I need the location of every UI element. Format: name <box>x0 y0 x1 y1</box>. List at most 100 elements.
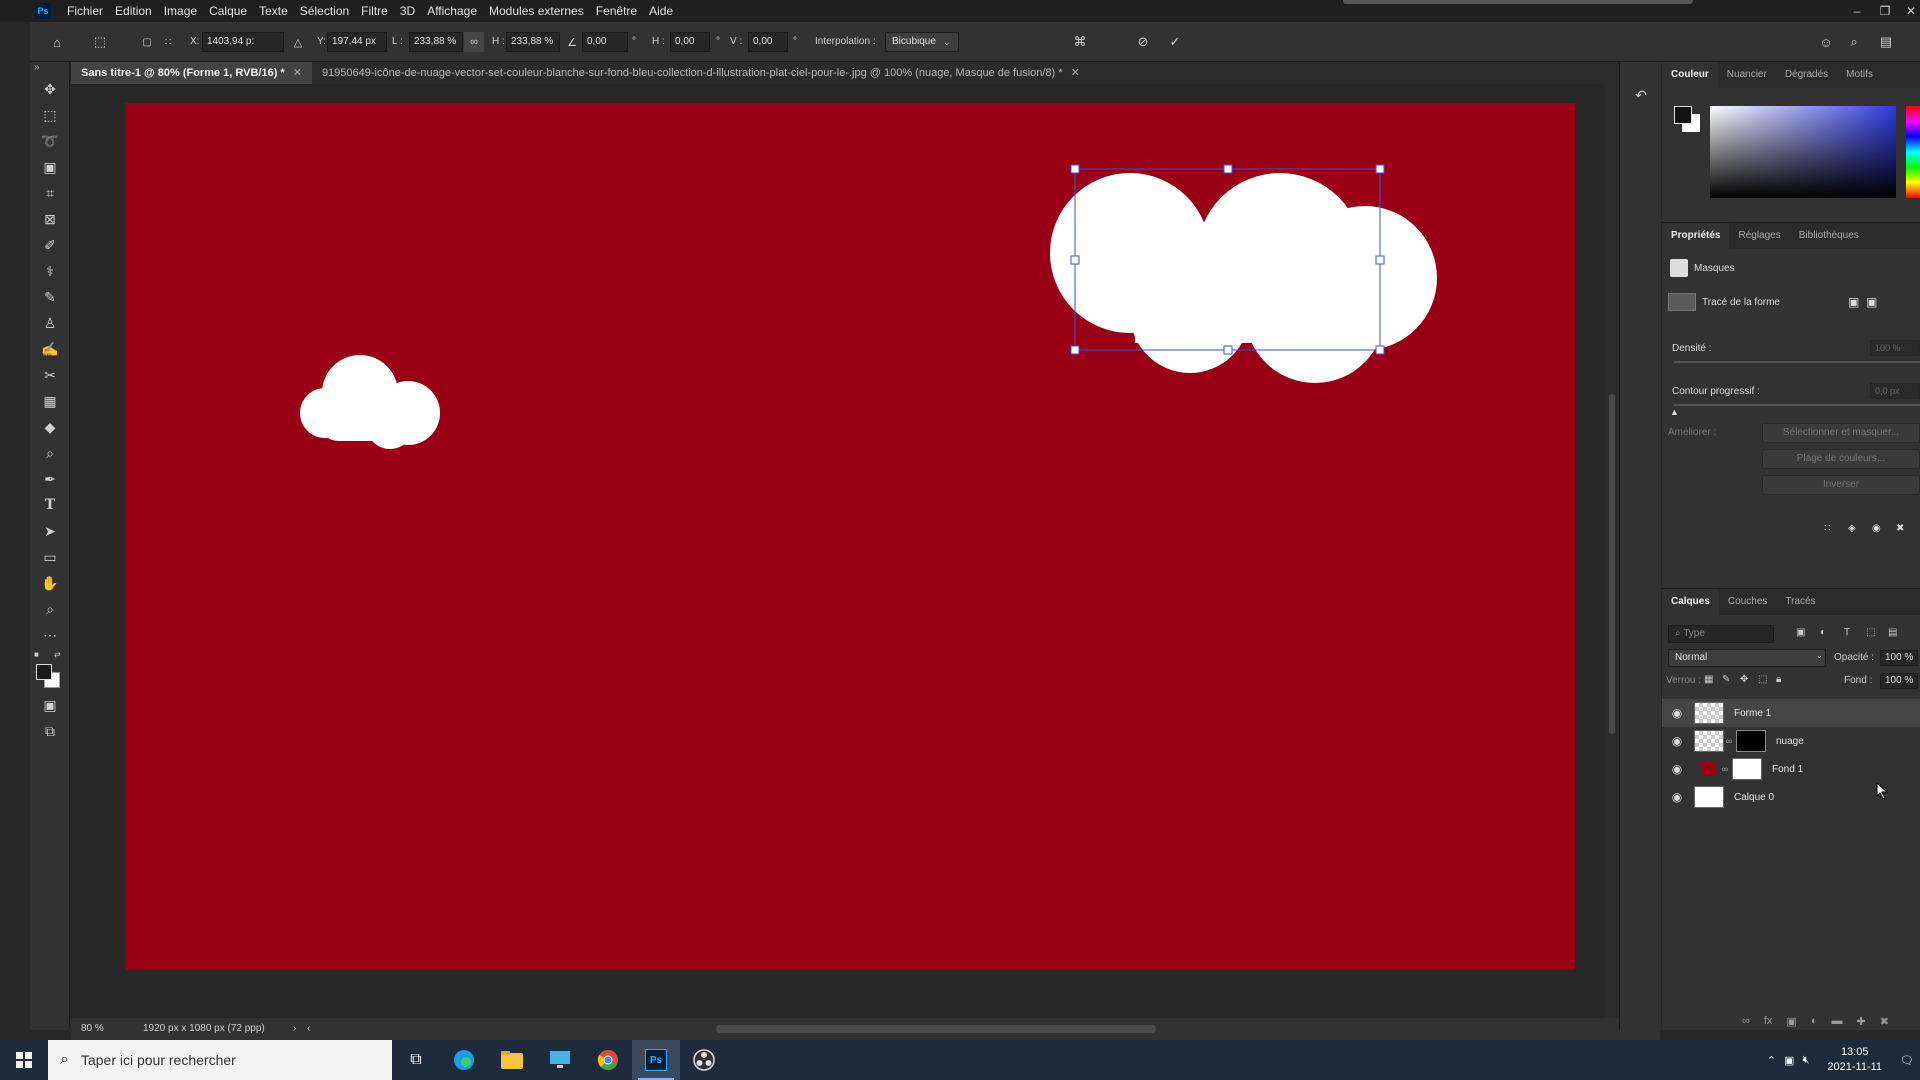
y-field[interactable]: 197,44 px <box>327 32 387 52</box>
chevron-up-icon[interactable]: ⌃ <box>1767 1054 1776 1067</box>
document-canvas[interactable] <box>125 103 1575 970</box>
delete-mask-icon[interactable]: ✖ <box>1896 523 1904 534</box>
width-field[interactable]: 233,88 % <box>409 32 463 52</box>
marquee-tool-icon[interactable]: ⬚ <box>30 102 70 128</box>
chrome-icon[interactable] <box>584 1040 632 1080</box>
close-icon[interactable]: ✕ <box>1071 62 1080 84</box>
horizontal-scrollbar-thumb[interactable] <box>716 1025 1156 1033</box>
opacity-field[interactable]: 100 % <box>1880 650 1918 666</box>
layer-row-forme-1[interactable]: ◉ Forme 1 <box>1662 699 1920 727</box>
chevron-left-icon[interactable]: ‹ <box>307 1023 310 1034</box>
default-colors-icon[interactable]: ■ <box>34 650 39 659</box>
object-selection-tool-icon[interactable]: ▣ <box>30 154 70 180</box>
gradient-tool-icon[interactable]: ▦ <box>30 388 70 414</box>
workspace-icon[interactable]: ▤ <box>1876 32 1896 52</box>
zoom-tool-icon[interactable]: ⌕ <box>30 596 70 622</box>
file-explorer-icon[interactable] <box>488 1040 536 1080</box>
minimize-icon[interactable]: – <box>1844 0 1870 22</box>
transform-handle[interactable] <box>1375 164 1385 174</box>
color-fill-thumbnail[interactable] <box>1698 758 1720 780</box>
photoshop-taskbar-icon[interactable]: Ps <box>632 1040 680 1080</box>
menu-calque[interactable]: Calque <box>203 0 253 22</box>
eye-icon[interactable]: ◉ <box>1662 706 1692 720</box>
network-icon[interactable]: ▣ <box>1784 1054 1794 1067</box>
height-field[interactable]: 233,88 % <box>506 32 560 52</box>
layer-name[interactable]: Fond 1 <box>1772 764 1803 775</box>
eye-icon[interactable]: ◉ <box>1662 762 1692 776</box>
menu-affichage[interactable]: Affichage <box>421 0 483 22</box>
screen-mode-icon[interactable]: ⧉ <box>30 718 70 744</box>
link-proportions-icon[interactable]: ∞ <box>464 32 484 52</box>
filter-adjustment-icon[interactable]: ◐ <box>1820 627 1826 638</box>
color-field[interactable] <box>1710 106 1896 198</box>
taskbar-search-box[interactable]: ⌕ Taper ici pour rechercher <box>48 1040 392 1080</box>
more-tools-icon[interactable]: ⋯ <box>30 622 70 648</box>
tab-sans-titre-1[interactable]: Sans titre-1 @ 80% (Forme 1, RVB/16) * ✕ <box>71 62 312 84</box>
lock-pixels-icon[interactable]: ✎ <box>1722 674 1730 685</box>
filter-shape-icon[interactable]: ⬚ <box>1866 627 1875 638</box>
foreground-color-swatch[interactable] <box>1674 106 1692 124</box>
density-field[interactable]: 100 % <box>1870 340 1920 356</box>
layer-row-fond-1[interactable]: ◉ ∞ Fond 1 <box>1662 755 1920 783</box>
layer-mask-thumbnail[interactable] <box>1732 758 1762 780</box>
eraser-tool-icon[interactable]: ✂ <box>30 362 70 388</box>
select-and-mask-button[interactable]: Sélectionner et masquer... <box>1762 423 1920 443</box>
menu-image[interactable]: Image <box>158 0 203 22</box>
new-group-icon[interactable]: ▬ <box>1831 1015 1842 1028</box>
warp-mode-icon[interactable]: ⌘ <box>1070 32 1090 52</box>
tab-nuage-image[interactable]: 91950649-icône-de-nuage-vector-set-coule… <box>312 62 1090 84</box>
tab-nuancier[interactable]: Nuancier <box>1718 62 1776 88</box>
menu-texte[interactable]: Texte <box>253 0 294 22</box>
visibility-icon[interactable]: ◉ <box>1872 523 1881 534</box>
frame-tool-icon[interactable]: ⊠ <box>30 206 70 232</box>
vertical-skew-field[interactable]: 0,00 <box>748 32 788 52</box>
x-field[interactable]: 1403,94 p: <box>202 32 284 52</box>
add-pixel-mask-icon[interactable]: ▣ <box>1848 295 1859 309</box>
home-icon[interactable]: ⌂ <box>47 32 67 52</box>
lock-all-icon[interactable]: 🔒︎ <box>1776 674 1781 685</box>
link-icon[interactable]: ∞ <box>1724 736 1734 746</box>
tab-reglages[interactable]: Réglages <box>1729 223 1789 249</box>
layer-name[interactable]: Calque 0 <box>1734 792 1774 803</box>
layer-name[interactable]: nuage <box>1776 736 1804 747</box>
canvas-workspace[interactable] <box>71 84 1660 1018</box>
feather-slider[interactable] <box>1674 404 1920 406</box>
load-selection-icon[interactable]: ∷ <box>1824 523 1830 534</box>
brush-tool-icon[interactable]: ✎ <box>30 284 70 310</box>
crop-tool-icon[interactable]: ⌗ <box>30 180 70 206</box>
layer-style-icon[interactable]: fx <box>1764 1015 1773 1028</box>
window-search-bar[interactable] <box>1343 0 1693 4</box>
menu-aide[interactable]: Aide <box>643 0 679 22</box>
filter-pixel-icon[interactable]: ▣ <box>1796 627 1805 638</box>
healing-brush-tool-icon[interactable]: ⚕ <box>30 258 70 284</box>
menu-modules-externes[interactable]: Modules externes <box>483 0 590 22</box>
layer-name[interactable]: Forme 1 <box>1734 708 1771 719</box>
pen-tool-icon[interactable]: ✒ <box>30 466 70 492</box>
transform-tool-icon[interactable]: ⬚ <box>90 32 110 52</box>
slider-handle-icon[interactable]: ▲ <box>1670 407 1679 417</box>
start-button[interactable] <box>0 1040 48 1080</box>
eyedropper-tool-icon[interactable]: ✐ <box>30 232 70 258</box>
layer-filter-input[interactable]: ⌕ Type <box>1668 625 1774 643</box>
density-slider[interactable] <box>1674 361 1920 363</box>
transform-handle[interactable] <box>1223 345 1233 355</box>
tab-calques[interactable]: Calques <box>1662 589 1719 615</box>
tab-traces[interactable]: Tracés <box>1776 589 1824 615</box>
feather-field[interactable]: 0,0 px <box>1870 383 1920 399</box>
scrollbar-thumb[interactable] <box>1609 394 1615 734</box>
tab-bibliotheques[interactable]: Bibliothèques <box>1790 223 1868 249</box>
horizontal-skew-field[interactable]: 0,00 <box>670 32 710 52</box>
chevron-right-icon[interactable]: › <box>293 1023 296 1034</box>
notifications-icon[interactable]: 🗨︎ <box>1900 1054 1914 1067</box>
transform-handle[interactable] <box>1070 255 1080 265</box>
menu-fichier[interactable]: Fichier <box>61 0 109 22</box>
lock-artboard-icon[interactable]: ⬚ <box>1758 674 1767 685</box>
menu-selection[interactable]: Sélection <box>294 0 355 22</box>
menu-filtre[interactable]: Filtre <box>355 0 394 22</box>
tab-couleur[interactable]: Couleur <box>1662 62 1718 88</box>
close-window-icon[interactable]: ✕ <box>1898 0 1920 22</box>
close-icon[interactable]: ✕ <box>293 62 302 84</box>
tab-degrades[interactable]: Dégradés <box>1776 62 1837 88</box>
history-panel-icon[interactable]: ↶ <box>1620 80 1662 110</box>
tab-proprietes[interactable]: Propriétés <box>1662 223 1730 249</box>
